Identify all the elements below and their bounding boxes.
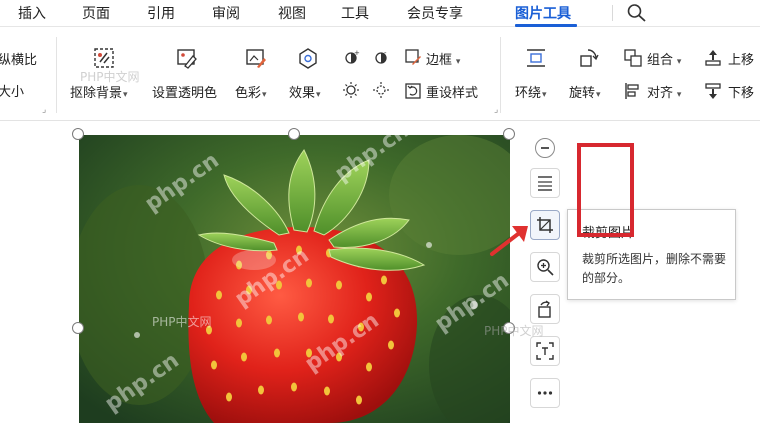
ribbon-divider <box>56 37 57 113</box>
group-button[interactable]: 组合 ▾ <box>647 49 681 68</box>
align-label: 对齐 <box>647 86 674 101</box>
rotate-icon[interactable] <box>578 47 600 69</box>
menu-tools[interactable]: 工具 <box>341 3 369 23</box>
wrap-button[interactable]: 环绕▾ <box>515 82 547 101</box>
align-button[interactable]: 对齐 ▾ <box>647 82 681 101</box>
align-icon[interactable] <box>624 82 642 100</box>
tooltip-description: 裁剪所选图片，删除不需要的部分。 <box>582 252 727 285</box>
svg-text:+: + <box>354 49 360 57</box>
menu-divider <box>612 5 613 21</box>
zoom-in-icon <box>537 259 554 276</box>
extract-text-button[interactable] <box>530 336 560 366</box>
menu-reference[interactable]: 引用 <box>147 3 175 23</box>
decrease-brightness-icon[interactable]: - <box>372 49 390 67</box>
increase-contrast-icon[interactable] <box>342 81 360 99</box>
strawberry-image[interactable] <box>79 135 510 423</box>
crop-image-button[interactable] <box>530 210 560 240</box>
border-label: 边框 <box>426 53 453 68</box>
rotate-label: 旋转 <box>569 86 596 101</box>
remove-background-icon[interactable] <box>93 47 115 69</box>
highlight-box <box>577 143 634 237</box>
crop-icon <box>537 217 553 233</box>
text-wrap-icon <box>538 176 552 191</box>
wrap-label: 环绕 <box>515 86 542 101</box>
menu-bar: 插入 页面 引用 审阅 视图 工具 会员专享 图片工具 <box>0 0 760 27</box>
menu-insert[interactable]: 插入 <box>18 3 46 23</box>
effects-button[interactable]: 效果▾ <box>289 82 321 101</box>
resize-handle-top[interactable] <box>288 128 300 140</box>
rotate-button[interactable]: 旋转▾ <box>569 82 601 101</box>
menu-view[interactable]: 视图 <box>278 3 306 23</box>
rotate-icon <box>538 300 551 318</box>
send-backward-icon[interactable] <box>704 82 722 100</box>
size-label[interactable]: 大小 <box>0 81 24 100</box>
remove-background-label: 抠除背景 <box>70 86 123 101</box>
menu-member[interactable]: 会员专享 <box>407 3 463 23</box>
search-icon[interactable] <box>626 3 648 23</box>
pointer-arrow-icon <box>490 226 528 256</box>
wps-writer-window: 插入 页面 引用 审阅 视图 工具 会员专享 图片工具 纵横比 大小 ⌟ 抠除背… <box>0 0 760 423</box>
resize-handle-right[interactable] <box>503 322 515 334</box>
color-label: 色彩 <box>235 86 262 101</box>
menu-page[interactable]: 页面 <box>82 3 110 23</box>
resize-handle-top-left[interactable] <box>72 128 84 140</box>
dialog-launcher-icon[interactable]: ⌟ <box>494 105 498 115</box>
svg-text:-: - <box>384 49 387 57</box>
reset-style-icon[interactable] <box>404 82 422 100</box>
group-icon[interactable] <box>624 49 642 67</box>
color-button[interactable]: 色彩▾ <box>235 82 267 101</box>
layout-options-button[interactable] <box>530 168 560 198</box>
picture-tools-ribbon: 纵横比 大小 ⌟ 抠除背景▾ 设置透明色 色彩▾ 效果▾ + - 边框 ▾ 重设… <box>0 27 760 121</box>
border-button[interactable]: 边框 ▾ <box>426 49 460 68</box>
increase-brightness-icon[interactable]: + <box>342 49 360 67</box>
resize-handle-left[interactable] <box>72 322 84 334</box>
decrease-contrast-icon[interactable] <box>372 81 390 99</box>
set-transparent-color-button[interactable]: 设置透明色 <box>152 82 217 101</box>
effects-label: 效果 <box>289 86 316 101</box>
color-icon[interactable] <box>245 47 267 69</box>
group-label: 组合 <box>647 53 674 68</box>
aspect-ratio-label[interactable]: 纵横比 <box>0 49 37 68</box>
ribbon-divider <box>500 37 501 113</box>
bring-forward-button[interactable]: 上移 <box>728 49 754 68</box>
bring-forward-icon[interactable] <box>704 49 722 67</box>
resize-handle-top-right[interactable] <box>503 128 515 140</box>
menu-review[interactable]: 审阅 <box>212 3 240 23</box>
menu-picture-tools[interactable]: 图片工具 <box>515 3 571 23</box>
collapse-toolbar-button[interactable] <box>535 138 555 158</box>
send-backward-button[interactable]: 下移 <box>728 82 754 101</box>
dialog-launcher-icon[interactable]: ⌟ <box>42 105 46 115</box>
remove-background-button[interactable]: 抠除背景▾ <box>70 82 128 101</box>
rotate-image-button[interactable] <box>530 294 560 324</box>
set-transparent-color-icon[interactable] <box>176 47 198 69</box>
reset-style-button[interactable]: 重设样式 <box>426 82 478 101</box>
text-wrap-icon[interactable] <box>525 47 547 69</box>
effects-icon[interactable] <box>297 47 319 69</box>
border-icon[interactable] <box>404 48 422 66</box>
more-options-button[interactable] <box>530 378 560 408</box>
scan-text-icon <box>536 342 554 360</box>
more-icon <box>537 391 553 395</box>
zoom-image-button[interactable] <box>530 252 560 282</box>
